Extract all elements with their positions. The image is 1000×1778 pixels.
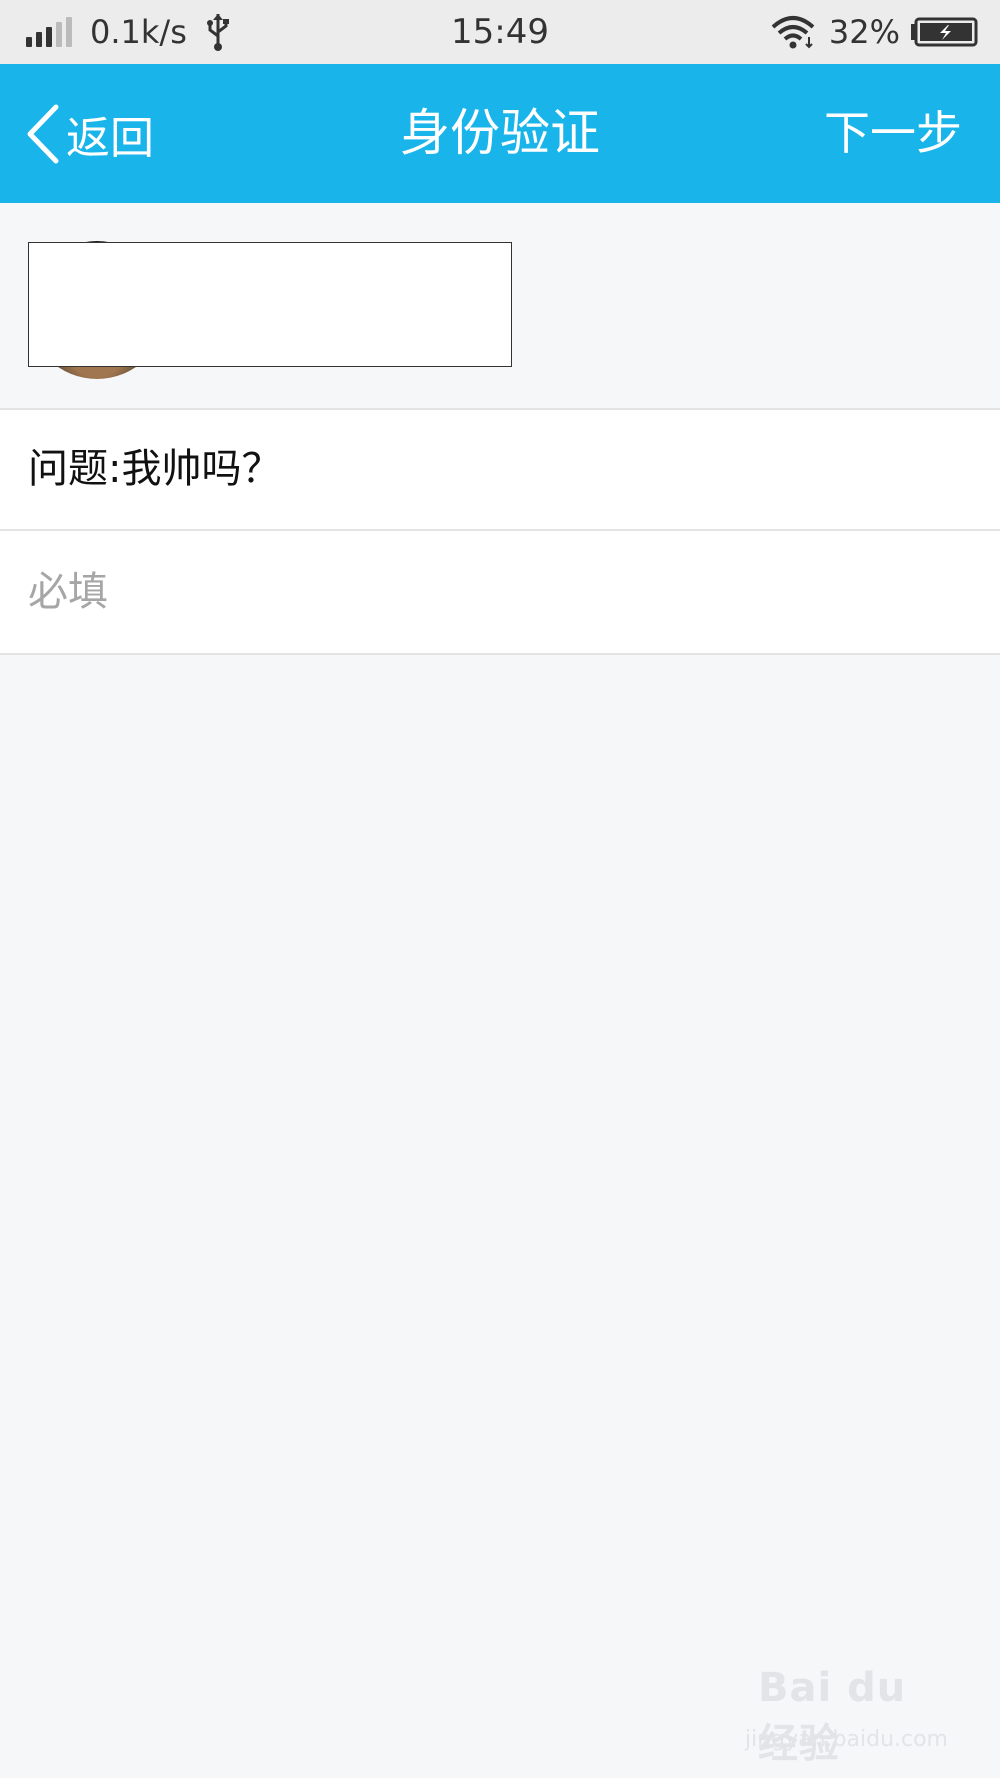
status-bar-right: 32% bbox=[771, 0, 978, 64]
title-bar: 返回 身份验证 下一步 bbox=[0, 64, 1000, 203]
watermark-url: jingyan.baidu.com bbox=[744, 1727, 948, 1752]
next-step-button[interactable]: 下一步 bbox=[824, 64, 962, 203]
question-text: 问题:我帅吗？ bbox=[28, 446, 282, 492]
wifi-icon bbox=[771, 16, 815, 49]
battery-charging-icon bbox=[911, 17, 978, 47]
baidu-watermark: Bai du 经验 jingyan.baidu.com bbox=[745, 1665, 948, 1767]
watermark-logo: Bai du 经验 bbox=[758, 1665, 907, 1767]
chevron-left-icon bbox=[27, 104, 59, 163]
status-bar: 0.1k/s 15:49 32% bbox=[0, 0, 1000, 64]
battery-percent: 32% bbox=[828, 13, 900, 51]
answer-row bbox=[0, 531, 1000, 655]
question-row: 问题:我帅吗？ bbox=[0, 410, 1000, 531]
redaction-box bbox=[28, 242, 512, 367]
profile-area bbox=[0, 203, 1000, 410]
back-label: 返回 bbox=[66, 112, 154, 164]
answer-input[interactable] bbox=[28, 531, 968, 653]
back-button[interactable]: 返回 bbox=[22, 64, 154, 203]
